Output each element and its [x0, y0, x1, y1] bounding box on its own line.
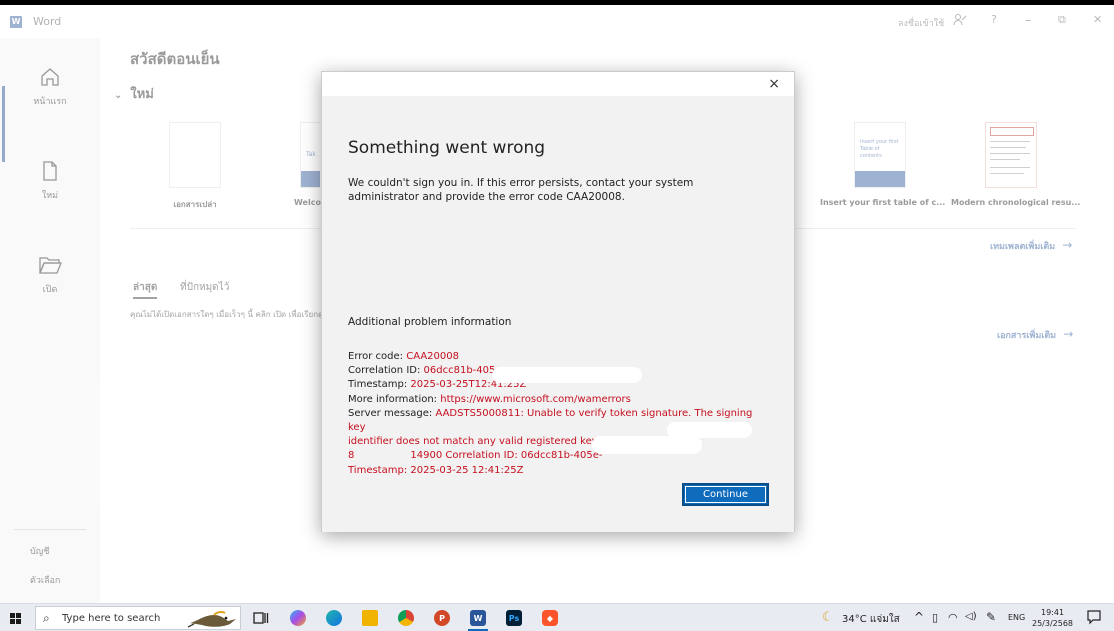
tab-recent[interactable]: ล่าสุด [133, 280, 158, 299]
pen-icon[interactable]: ✎ [986, 610, 996, 624]
chrome-icon[interactable] [398, 610, 414, 626]
new-section-header[interactable]: ⌄ ใหม่ [114, 83, 154, 104]
error-code-value: CAA20008 [406, 351, 459, 362]
brave-icon[interactable]: ◆ [542, 610, 558, 626]
nav-new[interactable]: ใหม่ [0, 160, 100, 202]
sign-in-link[interactable]: ลงชื่อเข้าใช้ [898, 16, 944, 30]
home-icon [41, 68, 59, 86]
redaction-mark [592, 436, 702, 454]
more-templates-link[interactable]: เทมเพลตเพิ่มเติม → [990, 238, 1072, 253]
template-label: เอกสารเปล่า [173, 200, 217, 209]
notification-icon[interactable] [1087, 610, 1101, 629]
more-info-link[interactable]: https://www.microsoft.com/wamerrors [440, 394, 631, 405]
nav-account[interactable]: บัญชี [30, 544, 50, 558]
wifi-icon[interactable]: ◠ [948, 611, 958, 624]
greeting-title: สวัสดีตอนเย็น [130, 50, 220, 68]
minimize-icon[interactable]: – [1025, 13, 1032, 28]
continue-button[interactable]: Continue [682, 483, 769, 506]
tab-pinned[interactable]: ที่ปักหมุดไว้ [180, 280, 229, 295]
task-view-icon[interactable] [253, 610, 269, 630]
dialog-close-icon[interactable]: × [768, 76, 780, 92]
edge-icon[interactable] [326, 610, 342, 626]
volume-icon[interactable]: ◁) [965, 611, 977, 622]
template-thumbnail: Insert your first Table of contents [854, 122, 906, 188]
windows-start-icon[interactable] [10, 613, 21, 624]
restore-icon[interactable]: ⧉ [1058, 13, 1066, 27]
coauthor-icon[interactable] [953, 13, 967, 31]
arrow-right-icon: → [1062, 238, 1073, 252]
close-window-icon[interactable]: ✕ [1093, 13, 1102, 26]
folder-icon [39, 257, 62, 274]
weather-text[interactable]: 34°C แจ่มใส [842, 612, 900, 627]
weather-moon-icon: ☾ [822, 610, 834, 625]
taskbar: ⌕ P W Ps ◆ ☾ 34°C แจ่มใส ^ ▯ ◠ ◁) ✎ ENG … [0, 603, 1114, 631]
recent-empty-message: คุณไม่ได้เปิดเอกสารใดๆ เมื่อเร็วๆ นี้ คล… [130, 310, 334, 319]
taskbar-search[interactable]: ⌕ [35, 606, 241, 630]
new-section-label: ใหม่ [130, 87, 154, 102]
template-label: Insert your first table of c... [820, 198, 946, 207]
more-documents-link[interactable]: เอกสารเพิ่มเติม → [997, 327, 1073, 342]
error-dialog: × Something went wrong We couldn't sign … [321, 71, 795, 532]
word-logo-icon: W [10, 16, 22, 28]
language-indicator[interactable]: ENG [1008, 613, 1025, 622]
dialog-message: We couldn't sign you in. If this error p… [348, 177, 694, 203]
battery-icon[interactable]: ▯ [932, 611, 938, 624]
rail-divider [14, 529, 86, 530]
dialog-title: Something went wrong [348, 138, 546, 158]
title-bar: W Word ลงชื่อเข้าใช้ ? – ⧉ ✕ [0, 5, 1114, 38]
help-icon[interactable]: ? [991, 13, 997, 26]
search-icon: ⌕ [43, 611, 50, 625]
nav-new-label: ใหม่ [41, 191, 59, 201]
nav-open[interactable]: เปิด [0, 254, 100, 296]
search-highlight-bird-icon [187, 610, 236, 628]
dialog-body: Something went wrong We couldn't sign yo… [322, 96, 794, 532]
word-icon[interactable]: W [470, 610, 486, 626]
template-table-of-contents[interactable]: Insert your first Table of contents Inse… [820, 122, 946, 207]
search-input[interactable] [62, 611, 182, 626]
clock-date: 25/3/2568 [1032, 619, 1074, 628]
error-code-row: Error code: CAA20008 [348, 351, 459, 362]
system-clock[interactable]: 19:41 25/3/2568 [1032, 607, 1073, 629]
clock-time: 19:41 [1040, 608, 1065, 617]
template-thumbnail: Tak [300, 122, 320, 188]
photoshop-icon[interactable]: Ps [506, 610, 522, 626]
new-document-icon [43, 161, 57, 181]
nav-open-label: เปิด [42, 285, 58, 295]
redaction-mark [492, 367, 642, 383]
left-navigation: หน้าแรก ใหม่ เปิด บัญชี ตัวเลือก [0, 38, 100, 603]
template-resume[interactable]: Modern chronological resu... [951, 122, 1081, 207]
template-thumbnail [169, 122, 221, 188]
server-message-line4: Timestamp: 2025-03-25 12:41:25Z [348, 464, 524, 476]
powerpoint-icon[interactable]: P [434, 610, 450, 626]
dialog-header: × [322, 72, 794, 96]
chevron-down-icon: ⌄ [114, 90, 123, 101]
tray-chevron-up-icon[interactable]: ^ [914, 610, 924, 624]
more-info-row: More information: https://www.microsoft.… [348, 393, 631, 405]
nav-options[interactable]: ตัวเลือก [30, 573, 60, 587]
template-label: Modern chronological resu... [951, 198, 1081, 207]
additional-info-header: Additional problem information [348, 316, 512, 328]
copilot-icon[interactable] [290, 610, 306, 626]
nav-home[interactable]: หน้าแรก [0, 66, 100, 108]
nav-home-label: หน้าแรก [33, 97, 67, 107]
file-explorer-icon[interactable] [362, 610, 378, 626]
template-blank[interactable]: เอกสารเปล่า [164, 122, 226, 211]
template-thumbnail [985, 122, 1037, 188]
arrow-right-icon: → [1063, 327, 1074, 341]
app-title: Word [33, 15, 62, 28]
